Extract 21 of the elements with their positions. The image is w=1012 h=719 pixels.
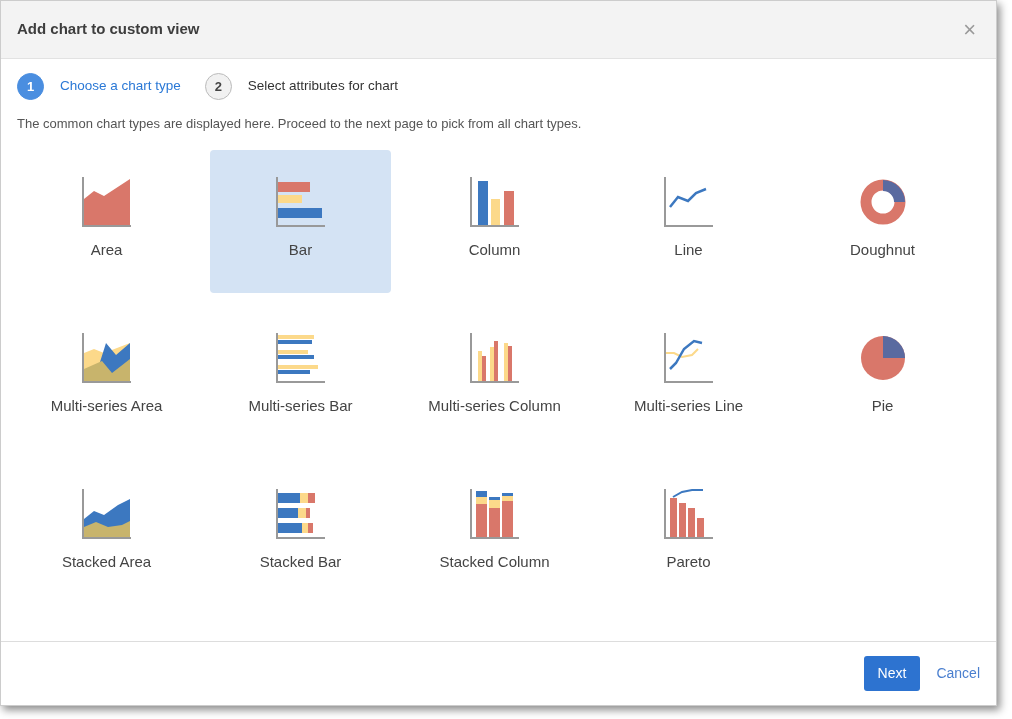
step-number: 1 [17,73,44,100]
column-chart-icon [469,488,520,539]
area-chart-icon [81,176,132,227]
chart-type-option[interactable]: Bar [210,149,391,293]
area-chart-icon [81,332,132,383]
bar-chart-icon [275,332,326,383]
line-chart-icon [663,176,714,227]
step-label: Select attributes for chart [247,77,398,96]
column-chart-icon [469,332,520,383]
area-chart-icon [81,488,132,539]
next-button[interactable]: Next [863,656,921,691]
step-label: Choose a chart type [60,77,181,96]
description-text: The common chart types are displayed here. Proceed to the next page to pick from all chart types. [16,115,583,133]
bar-chart-icon [275,176,326,227]
column-chart-icon [469,176,520,227]
step-number: 2 [204,73,232,100]
bar-chart-icon [275,488,326,539]
pareto-chart-icon [663,488,714,539]
line-chart-icon [663,332,714,383]
dialog-title: Add chart to custom view [17,19,200,40]
cancel-link[interactable]: Cancel [936,663,980,684]
